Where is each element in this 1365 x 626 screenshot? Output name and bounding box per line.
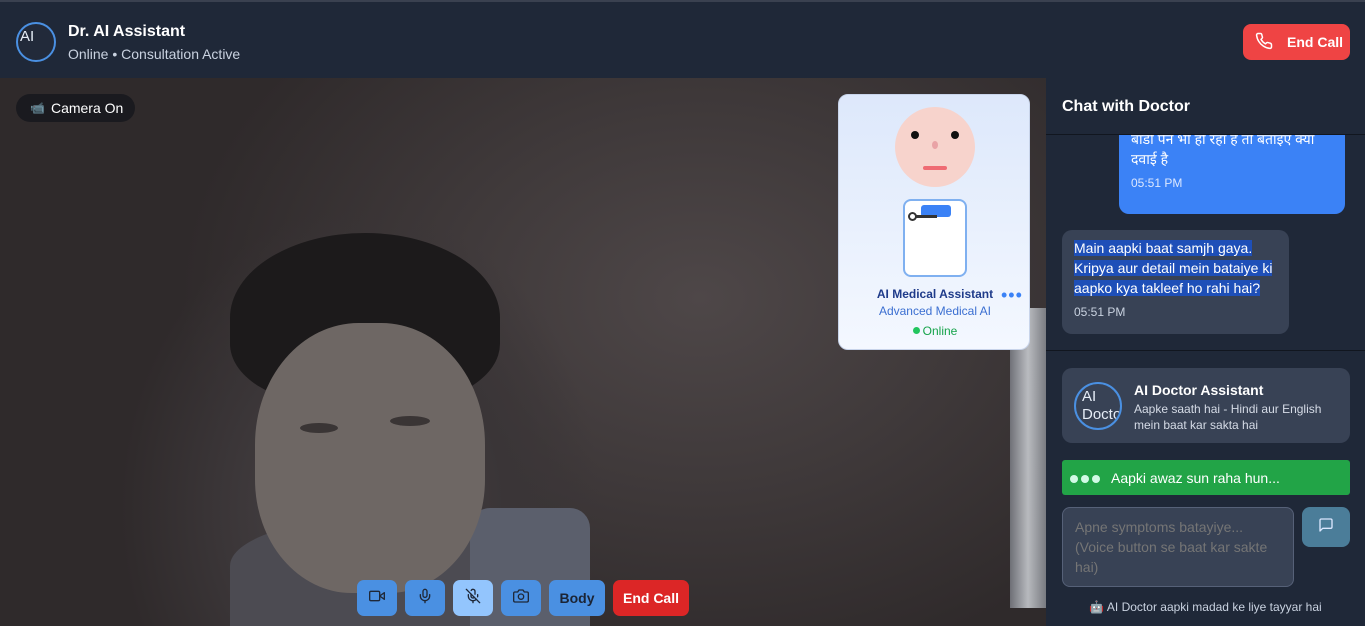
online-dot bbox=[912, 327, 920, 334]
end-call-button[interactable]: End Call bbox=[1243, 24, 1350, 60]
user-message: बॉडी पेन भी हो रहा है तो बताइए क्या दवाई… bbox=[1119, 135, 1345, 214]
doctor-name: Dr. AI Assistant bbox=[68, 23, 186, 40]
stethoscope-chestpiece bbox=[908, 212, 917, 221]
end-call-label: End Call bbox=[1287, 34, 1344, 50]
listening-dots-icon bbox=[1070, 470, 1103, 486]
camera-icon bbox=[513, 588, 529, 609]
listening-indicator: Aapki awaz sun raha hun... bbox=[1062, 460, 1350, 495]
video-camera-icon bbox=[369, 588, 385, 609]
ai-doctor-coat bbox=[903, 199, 967, 277]
divider bbox=[1046, 350, 1365, 351]
person-eye-right bbox=[390, 416, 430, 426]
mute-button[interactable] bbox=[453, 580, 493, 616]
message-text-selected: Main aapki baat samjh gaya. Kripya aur d… bbox=[1074, 240, 1273, 296]
assistant-avatar: AI Doctor bbox=[1074, 382, 1122, 430]
chat-panel: Chat with Doctor बॉडी पेन भी हो रहा है त… bbox=[1046, 78, 1365, 626]
ai-message: Main aapki baat samjh gaya. Kripya aur d… bbox=[1062, 230, 1289, 334]
video-toggle-button[interactable] bbox=[357, 580, 397, 616]
body-map-button[interactable]: Body bbox=[549, 580, 605, 616]
ai-doctor-head bbox=[895, 107, 975, 187]
microphone-off-icon bbox=[465, 588, 481, 609]
ai-card-status: Online bbox=[839, 324, 1031, 338]
message-text: बॉडी पेन भी हो रहा है तो बताइए क्या दवाई… bbox=[1131, 135, 1315, 167]
consultation-status: Online • Consultation Active bbox=[68, 46, 241, 62]
person-eye-left bbox=[300, 423, 338, 433]
ai-mouth bbox=[923, 166, 947, 170]
send-button[interactable] bbox=[1302, 507, 1350, 547]
listening-text: Aapki awaz sun raha hun... bbox=[1111, 469, 1280, 486]
camera-status-badge: 📹 Camera On bbox=[16, 94, 136, 122]
call-controls: Body End Call bbox=[357, 580, 689, 616]
ai-card-role: Advanced Medical AI bbox=[878, 304, 992, 318]
assistant-title: AI Doctor Assistant bbox=[1134, 382, 1264, 398]
ai-nose bbox=[932, 141, 938, 149]
more-options-icon[interactable]: ••• bbox=[1001, 286, 1023, 304]
snapshot-button[interactable] bbox=[501, 580, 541, 616]
assistant-info-card: AI Doctor AI Doctor Assistant Aapke saat… bbox=[1062, 368, 1350, 443]
message-time: 05:51 PM bbox=[1074, 305, 1126, 319]
footer-note: 🤖 AI Doctor aapki madad ke liye tayyar h… bbox=[1046, 600, 1365, 614]
background-window bbox=[1010, 308, 1046, 608]
message-list[interactable]: बॉडी पेन भी हो रहा है तो बताइए क्या दवाई… bbox=[1046, 135, 1365, 349]
ai-doctor-card: AI Medical Assistant Advanced Medical AI… bbox=[838, 94, 1030, 350]
robot-icon: 🤖 bbox=[1089, 600, 1105, 614]
microphone-button[interactable] bbox=[405, 580, 445, 616]
video-feed: 📹 Camera On AI Medical Assistant Advance… bbox=[0, 78, 1046, 626]
message-square-icon bbox=[1318, 517, 1334, 538]
camera-status-label: Camera On bbox=[50, 100, 124, 116]
phone-icon bbox=[1255, 32, 1273, 53]
ai-eye-right bbox=[951, 131, 959, 139]
ai-card-status-label: Online bbox=[922, 324, 958, 338]
video-camera-icon: 📹 bbox=[30, 101, 45, 115]
doctor-avatar: AI bbox=[16, 22, 56, 62]
person-face bbox=[255, 323, 485, 593]
footer-text: AI Doctor aapki madad ke liye tayyar hai bbox=[1106, 600, 1322, 614]
app-header: AI Dr. AI Assistant Online • Consultatio… bbox=[0, 0, 1365, 78]
symptoms-input[interactable] bbox=[1062, 507, 1294, 587]
microphone-icon bbox=[417, 588, 433, 609]
chat-title: Chat with Doctor bbox=[1062, 98, 1190, 115]
assistant-subtitle: Aapke saath hai - Hindi aur English mein… bbox=[1134, 402, 1322, 432]
message-text: Main aapki baat samjh gaya. Kripya aur d… bbox=[1074, 238, 1277, 298]
end-call-control-button[interactable]: End Call bbox=[613, 580, 689, 616]
message-time: 05:51 PM bbox=[1131, 176, 1183, 190]
ai-eye-left bbox=[911, 131, 919, 139]
